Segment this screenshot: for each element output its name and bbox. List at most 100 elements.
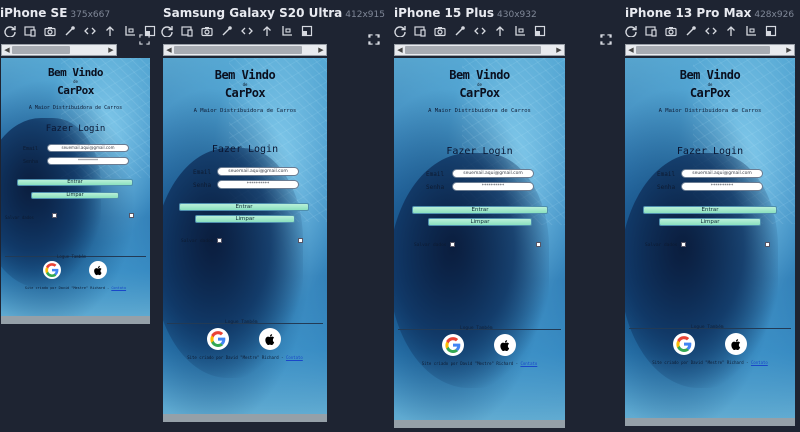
code-button[interactable]: [470, 22, 490, 40]
layout-icon: [282, 26, 292, 36]
scrollbar-thumb[interactable]: [636, 46, 770, 54]
email-field[interactable]: seuemail.aqui@gmail.com: [47, 144, 129, 152]
refresh-button[interactable]: [621, 22, 641, 40]
responsive-icon: [181, 26, 193, 37]
refresh-icon: [625, 26, 637, 37]
crop-button[interactable]: [761, 22, 781, 40]
eyedropper-button[interactable]: [217, 22, 237, 40]
contato-link[interactable]: Contato: [286, 355, 303, 360]
code-button[interactable]: [237, 22, 257, 40]
scroll-left-icon[interactable]: ◀: [164, 45, 174, 55]
scrollbar-thumb[interactable]: [12, 46, 70, 54]
layout-button[interactable]: [277, 22, 297, 40]
scroll-left-icon[interactable]: ◀: [2, 45, 12, 55]
extra-checkbox[interactable]: [536, 242, 541, 247]
horizontal-scrollbar[interactable]: ◀ ▶: [394, 44, 565, 56]
eyedropper-button[interactable]: [681, 22, 701, 40]
apple-login-button[interactable]: [725, 333, 747, 355]
senha-label: Senha: [23, 159, 39, 165]
salvar-dados-checkbox[interactable]: [217, 238, 222, 243]
limpar-button[interactable]: Limpar: [659, 218, 761, 226]
extra-checkbox[interactable]: [129, 213, 134, 218]
scroll-left-icon[interactable]: ◀: [395, 45, 405, 55]
scroll-left-icon[interactable]: ◀: [626, 45, 636, 55]
limpar-button[interactable]: Limpar: [31, 192, 119, 199]
salvar-dados-checkbox[interactable]: [450, 242, 455, 247]
google-login-button[interactable]: [43, 261, 61, 279]
scroll-right-icon[interactable]: ▶: [316, 45, 326, 55]
camera-button[interactable]: [661, 22, 681, 40]
welcome-title: Bem Vindo: [449, 68, 510, 82]
horizontal-scrollbar[interactable]: ◀ ▶: [625, 44, 795, 56]
crop-icon: [301, 25, 313, 37]
layout-button[interactable]: [510, 22, 530, 40]
refresh-button[interactable]: [0, 22, 20, 40]
google-login-button[interactable]: [207, 328, 229, 350]
device-toolbar: [0, 22, 160, 40]
entrar-button[interactable]: Entrar: [412, 206, 548, 214]
expand-icon[interactable]: [137, 32, 151, 46]
scroll-right-icon[interactable]: ▶: [784, 45, 794, 55]
email-field[interactable]: seuemail.aqui@gmail.com: [452, 169, 534, 178]
email-field[interactable]: seuemail.aqui@gmail.com: [217, 167, 299, 176]
responsive-button[interactable]: [177, 22, 197, 40]
refresh-button[interactable]: [390, 22, 410, 40]
limpar-button[interactable]: Limpar: [428, 218, 532, 226]
arrow-up-button[interactable]: [257, 22, 277, 40]
scrollbar-thumb[interactable]: [174, 46, 302, 54]
camera-button[interactable]: [197, 22, 217, 40]
expand-icon[interactable]: [367, 32, 381, 46]
entrar-button[interactable]: Entrar: [643, 206, 777, 214]
subtitle: A Maior Distribuidora de Carros: [193, 108, 297, 114]
scroll-right-icon[interactable]: ▶: [554, 45, 564, 55]
limpar-button[interactable]: Limpar: [195, 215, 295, 223]
horizontal-scrollbar[interactable]: ◀ ▶: [163, 44, 327, 56]
expand-icon[interactable]: [598, 32, 612, 46]
camera-button[interactable]: [40, 22, 60, 40]
device-size: 430x932: [497, 10, 537, 20]
footer-text: Site criado por David "Mestre" Richard -: [652, 360, 749, 365]
responsive-button[interactable]: [410, 22, 430, 40]
salvar-dados-checkbox[interactable]: [52, 213, 57, 218]
senha-label: Senha: [426, 184, 445, 191]
password-field[interactable]: **********: [452, 182, 534, 191]
salvar-dados-checkbox[interactable]: [681, 242, 686, 247]
arrow-up-button[interactable]: [100, 22, 120, 40]
horizontal-scrollbar[interactable]: ◀ ▶: [1, 44, 117, 56]
contato-link[interactable]: Contato: [751, 360, 768, 365]
scrollbar-thumb[interactable]: [405, 46, 541, 54]
google-login-button[interactable]: [442, 334, 464, 356]
email-field[interactable]: seuemail.aqui@gmail.com: [681, 169, 763, 178]
entrar-button[interactable]: Entrar: [17, 179, 133, 186]
crop-button[interactable]: [297, 22, 317, 40]
extra-checkbox[interactable]: [765, 242, 770, 247]
contato-link[interactable]: Contato: [111, 286, 126, 290]
entrar-button[interactable]: Entrar: [179, 203, 309, 211]
apple-login-button[interactable]: [89, 261, 107, 279]
apple-login-button[interactable]: [259, 328, 281, 350]
password-field[interactable]: **********: [681, 182, 763, 191]
arrow-up-button[interactable]: [721, 22, 741, 40]
camera-icon: [44, 27, 56, 37]
eyedropper-button[interactable]: [450, 22, 470, 40]
apple-login-button[interactable]: [494, 334, 516, 356]
device-screen: Bem Vindo de CarPox A Maior Distribuidor…: [625, 58, 795, 426]
code-button[interactable]: [80, 22, 100, 40]
code-button[interactable]: [701, 22, 721, 40]
google-login-button[interactable]: [673, 333, 695, 355]
extra-checkbox[interactable]: [298, 238, 303, 243]
arrow-up-button[interactable]: [490, 22, 510, 40]
responsive-button[interactable]: [20, 22, 40, 40]
layout-button[interactable]: [741, 22, 761, 40]
crop-button[interactable]: [530, 22, 550, 40]
refresh-icon: [161, 26, 173, 37]
responsive-button[interactable]: [641, 22, 661, 40]
password-field[interactable]: **********: [47, 157, 129, 165]
camera-button[interactable]: [430, 22, 450, 40]
contato-link[interactable]: Contato: [520, 361, 537, 366]
responsive-icon: [645, 26, 657, 37]
refresh-button[interactable]: [157, 22, 177, 40]
password-field[interactable]: **********: [217, 180, 299, 189]
scroll-right-icon[interactable]: ▶: [106, 45, 116, 55]
eyedropper-button[interactable]: [60, 22, 80, 40]
